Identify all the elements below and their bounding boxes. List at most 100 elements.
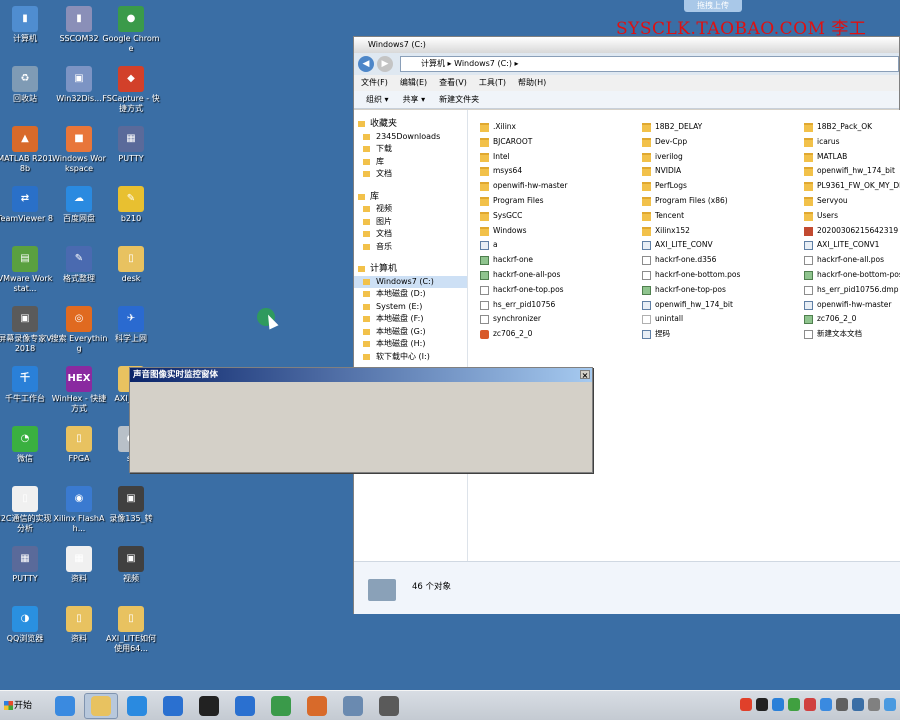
desktop-icon[interactable]: ▦ 资料	[50, 546, 108, 584]
address-path[interactable]: 计算机 ▸ Windows7 (C:) ▸	[400, 56, 899, 72]
nav-item[interactable]: 本地磁盘 (F:)	[354, 313, 467, 326]
file-item[interactable]: Program Files	[480, 194, 567, 209]
file-item[interactable]: hackrf-one-top.pos	[480, 283, 567, 298]
desktop-icon[interactable]: ▣ 录像135_转	[102, 486, 160, 524]
nav-item[interactable]: 本地磁盘 (H:)	[354, 338, 467, 351]
toolbar-button[interactable]: 共享 ▾	[403, 91, 426, 108]
file-item[interactable]: hackrf-one.d356	[642, 253, 740, 268]
menu-item[interactable]: 文件(F)	[361, 75, 388, 91]
file-item[interactable]: zc706_2_0	[480, 327, 567, 342]
notes-taskbar-button[interactable]	[156, 693, 190, 719]
close-icon[interactable]: ×	[580, 370, 590, 380]
nav-head-libraries[interactable]: 库	[354, 191, 467, 204]
desktop-icon[interactable]: ▦ PUTTY	[102, 126, 160, 164]
file-item[interactable]: hackrf-one-all.pos	[804, 253, 900, 268]
desktop-icon[interactable]: ▣ 屏幕录像专家V2018	[0, 306, 54, 354]
baidu-netdisk-taskbar-button[interactable]	[120, 693, 154, 719]
file-item[interactable]: hackrf-one-bottom.pos	[642, 268, 740, 283]
desktop-icon[interactable]: ▯ I2C通信的实现分析	[0, 486, 54, 534]
tray-icon[interactable]	[788, 698, 800, 711]
desktop-icon[interactable]: ▤ VMware Workstat...	[0, 246, 54, 294]
sogou-taskbar-button[interactable]	[228, 693, 262, 719]
file-item[interactable]: AXI_LITE_CONV1	[804, 238, 900, 253]
nav-head-favorites[interactable]: 收藏夹	[354, 118, 467, 131]
file-item[interactable]: NVIDIA	[642, 164, 740, 179]
upload-button[interactable]: 拖拽上传	[684, 0, 742, 12]
start-button[interactable]: 开始	[2, 696, 36, 716]
desktop-icon[interactable]: ▣ 视频	[102, 546, 160, 584]
file-item[interactable]: SysGCC	[480, 209, 567, 224]
file-item[interactable]: AXI_LITE_CONV	[480, 342, 567, 345]
desktop-icon[interactable]: ◑ QQ浏览器	[0, 606, 54, 644]
file-item[interactable]: iverilog	[642, 150, 740, 165]
toolbar-button[interactable]: 新建文件夹	[439, 91, 479, 108]
desktop-icon[interactable]: ▯ AXI_LITE如何使用64...	[102, 606, 160, 654]
file-item[interactable]: 捏码	[642, 327, 740, 342]
desktop-icon[interactable]: ◆ FSCapture - 快捷方式	[102, 66, 160, 114]
desktop-icon[interactable]: ▯ desk	[102, 246, 160, 284]
file-item[interactable]: 18B2_Pack_OK	[804, 120, 900, 135]
file-item[interactable]: openwifi_hw_174_bit	[804, 164, 900, 179]
desktop-icon[interactable]: ✎ b210	[102, 186, 160, 224]
file-item[interactable]: unintall	[642, 312, 740, 327]
desktop-icon[interactable]: ▯ 资料	[50, 606, 108, 644]
file-item[interactable]: openwifi-hw-master	[804, 298, 900, 313]
file-item[interactable]: msys64	[480, 164, 567, 179]
desktop-icon[interactable]: ◎ 搜索 Everything	[50, 306, 108, 354]
tray-icon[interactable]	[836, 698, 848, 711]
monitor-dialog[interactable]: 声音图像实时监控窗体 ×	[129, 367, 593, 473]
explorer-taskbar-button[interactable]	[84, 693, 118, 719]
tray-icon[interactable]	[804, 698, 816, 711]
file-item[interactable]: 20200306215642319	[804, 224, 900, 239]
nav-head-computer[interactable]: 计算机	[354, 263, 467, 276]
qq-taskbar-button[interactable]	[192, 693, 226, 719]
file-item[interactable]: hs_err_pid10756	[480, 298, 567, 313]
nav-item[interactable]: System (E:)	[354, 301, 467, 314]
desktop-icon[interactable]: ▦ PUTTY	[0, 546, 54, 584]
desktop-icon[interactable]: ◔ 微信	[0, 426, 54, 464]
nav-item[interactable]: 库	[354, 156, 467, 169]
nav-item[interactable]: 软下载中心 (I:)	[354, 351, 467, 364]
file-item[interactable]: hackrf-one-all-pos	[480, 268, 567, 283]
file-item[interactable]: openwifi-hw-master	[480, 179, 567, 194]
app-window-taskbar-button[interactable]	[336, 693, 370, 719]
file-item[interactable]: Tencent	[642, 209, 740, 224]
chrome-taskbar-button[interactable]	[264, 693, 298, 719]
desktop-icon[interactable]: ◉ Xilinx FlashAh...	[50, 486, 108, 534]
file-item[interactable]: Intel	[480, 150, 567, 165]
nav-item[interactable]: 本地磁盘 (G:)	[354, 326, 467, 339]
toolbar-button[interactable]: 组织 ▾	[366, 91, 389, 108]
desktop-icon[interactable]: ▲ MATLAB R2018b	[0, 126, 54, 174]
file-item[interactable]: .Xilinx	[480, 120, 567, 135]
file-item[interactable]: AXI_LITE_CONV	[642, 238, 740, 253]
file-item[interactable]: Users	[804, 209, 900, 224]
desktop-icon[interactable]: ▣ Win32Dis...	[50, 66, 108, 104]
desktop-icon[interactable]: ■ Windows Workspace	[50, 126, 108, 174]
desktop-icon[interactable]: ♻ 回收站	[0, 66, 54, 104]
back-button[interactable]: ◀	[358, 56, 374, 72]
file-item[interactable]: PL9361_FW_OK_MY_DDS_	[804, 179, 900, 194]
tray-icon[interactable]	[852, 698, 864, 711]
file-item[interactable]: Program Files (x86)	[642, 194, 740, 209]
menu-item[interactable]: 编辑(E)	[400, 75, 427, 91]
nav-item[interactable]: 本地磁盘 (D:)	[354, 288, 467, 301]
desktop-icon[interactable]: ▮ SSCOM32	[50, 6, 108, 44]
menu-item[interactable]: 工具(T)	[479, 75, 506, 91]
nav-item[interactable]: 音乐	[354, 241, 467, 254]
file-item[interactable]: 18B2_DELAY	[642, 120, 740, 135]
file-item[interactable]: MATLAB	[804, 150, 900, 165]
menu-item[interactable]: 帮助(H)	[518, 75, 546, 91]
tray-icon[interactable]	[756, 698, 768, 711]
tray-icon[interactable]	[868, 698, 880, 711]
file-item[interactable]: hs_err_pid10756.dmp	[804, 283, 900, 298]
file-item[interactable]: zc706_2_0	[804, 312, 900, 327]
file-item[interactable]: Servyou	[804, 194, 900, 209]
file-item[interactable]: BJCAROOT	[480, 135, 567, 150]
desktop-icon[interactable]: 千千牛工作台	[0, 366, 54, 404]
file-item[interactable]: Xilinx152	[642, 224, 740, 239]
desktop-icon[interactable]: ☁ 百度网盘	[50, 186, 108, 224]
forward-button[interactable]: ▶	[377, 56, 393, 72]
tray-icon[interactable]	[740, 698, 752, 711]
file-item[interactable]: PerfLogs	[642, 179, 740, 194]
desktop-icon[interactable]: ✎ 格式整理	[50, 246, 108, 284]
